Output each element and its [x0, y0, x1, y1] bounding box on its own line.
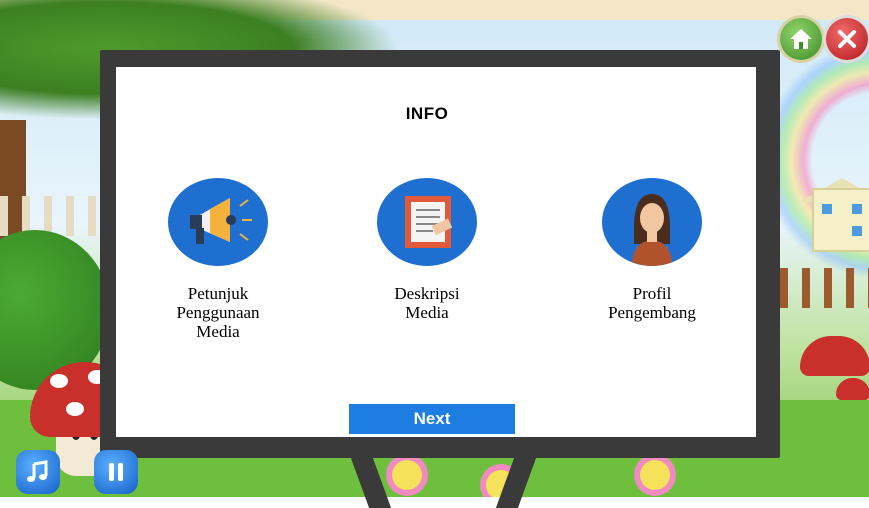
megaphone-icon — [168, 178, 268, 266]
fence-right — [780, 268, 869, 308]
menu-item-label: Profil Pengembang — [608, 284, 696, 322]
menu-item-label: Petunjuk Penggunaan Media — [176, 284, 260, 341]
menu-item-profil[interactable]: Profil Pengembang — [582, 178, 722, 322]
home-icon — [790, 29, 812, 49]
menu-item-deskripsi[interactable]: Deskripsi Media — [357, 178, 497, 322]
music-icon — [27, 460, 48, 482]
flower — [392, 460, 422, 490]
house — [812, 188, 869, 252]
music-button[interactable] — [16, 450, 60, 494]
mushroom-right — [800, 336, 869, 376]
fence-left — [0, 196, 100, 236]
pause-icon — [109, 463, 123, 481]
house-window — [852, 204, 862, 214]
person-icon — [602, 178, 702, 266]
page-title: INFO — [405, 104, 449, 123]
mushroom-right-small — [836, 378, 869, 400]
flower — [640, 460, 670, 490]
menu-item-petunjuk[interactable]: Petunjuk Penggunaan Media — [148, 178, 288, 341]
pause-button[interactable] — [94, 450, 138, 494]
house-window — [852, 226, 862, 236]
home-button[interactable] — [780, 18, 822, 60]
next-button[interactable]: Next — [349, 404, 515, 434]
menu-item-label: Deskripsi Media — [394, 284, 460, 322]
close-button[interactable] — [826, 18, 868, 60]
close-icon — [838, 30, 856, 48]
house-window — [822, 204, 832, 214]
clipboard-icon — [377, 178, 477, 266]
